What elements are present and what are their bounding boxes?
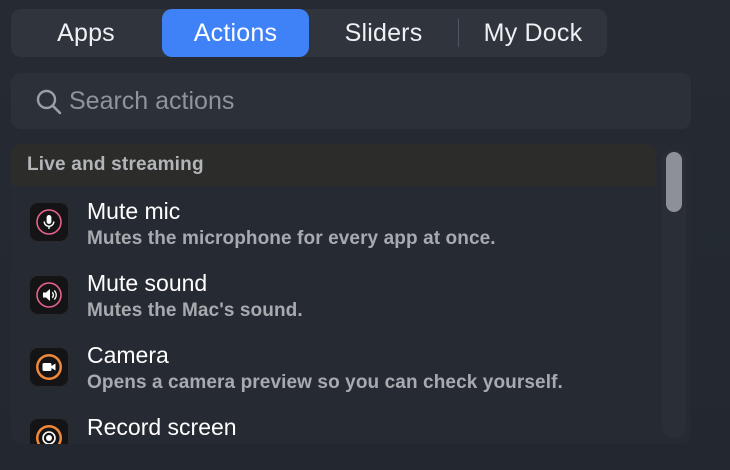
item-title: Mute sound (87, 270, 208, 296)
search-field[interactable] (11, 73, 691, 129)
scrollbar-thumb[interactable] (666, 152, 682, 212)
search-input[interactable] (69, 81, 669, 121)
scrollbar-track[interactable] (662, 150, 686, 438)
tab-actions[interactable]: Actions (162, 9, 309, 57)
item-title: Camera (87, 342, 169, 368)
record-icon (29, 418, 69, 444)
search-icon (36, 89, 62, 115)
camera-icon (29, 347, 69, 387)
tab-sliders[interactable]: Sliders (309, 9, 458, 57)
actions-panel: Apps Actions Sliders My Dock Live and st… (0, 0, 730, 470)
item-description: Mutes the microphone for every app at on… (87, 228, 496, 249)
actions-list: Live and streaming Mute mic Mutes the mi… (11, 144, 691, 444)
item-description: Mutes the Mac's sound. (87, 300, 303, 321)
speaker-icon (29, 275, 69, 315)
list-item-record-screen[interactable]: Record screen (11, 144, 656, 444)
tab-bar: Apps Actions Sliders My Dock (11, 9, 607, 57)
item-description: Opens a camera preview so you can check … (87, 372, 563, 393)
tab-my-dock[interactable]: My Dock (459, 9, 607, 57)
item-title: Record screen (87, 414, 237, 440)
tab-apps[interactable]: Apps (11, 9, 161, 57)
